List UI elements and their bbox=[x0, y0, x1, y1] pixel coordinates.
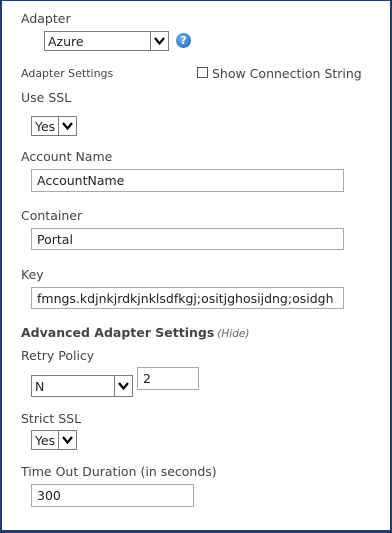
help-icon[interactable]: ? bbox=[176, 33, 191, 48]
hide-advanced-link[interactable]: (Hide) bbox=[217, 328, 249, 340]
adapter-select[interactable]: Azure bbox=[44, 31, 169, 51]
timeout-label: Time Out Duration (in seconds) bbox=[21, 464, 217, 479]
chevron-down-icon bbox=[58, 117, 76, 135]
adapter-label: Adapter bbox=[21, 11, 71, 26]
chevron-down-icon bbox=[58, 431, 76, 449]
use-ssl-select[interactable]: Yes bbox=[31, 116, 77, 136]
timeout-input[interactable]: 300 bbox=[31, 484, 194, 507]
advanced-settings-title: Advanced Adapter Settings bbox=[21, 325, 215, 340]
chevron-down-icon bbox=[150, 32, 168, 50]
adapter-select-value: Azure bbox=[48, 33, 84, 49]
show-connection-string-label: Show Connection String bbox=[212, 66, 362, 81]
container-label: Container bbox=[21, 208, 83, 223]
account-name-input[interactable]: AccountName bbox=[31, 169, 344, 192]
use-ssl-label: Use SSL bbox=[21, 90, 72, 105]
retry-policy-select-value: N bbox=[35, 378, 45, 394]
strict-ssl-select-value: Yes bbox=[35, 432, 56, 448]
show-connection-string-checkbox[interactable] bbox=[197, 67, 208, 78]
key-input[interactable]: fmngs.kdjnkjrdkjnklsdfkgj;ositjghosijdng… bbox=[31, 287, 344, 309]
advanced-settings-heading: Advanced Adapter Settings (Hide) bbox=[21, 325, 249, 340]
chevron-down-icon bbox=[114, 376, 132, 396]
container-input[interactable]: Portal bbox=[31, 228, 344, 250]
account-name-label: Account Name bbox=[21, 149, 113, 164]
adapter-settings-label: Adapter Settings bbox=[21, 67, 114, 80]
strict-ssl-label: Strict SSL bbox=[21, 411, 82, 426]
use-ssl-select-value: Yes bbox=[35, 118, 56, 134]
key-label: Key bbox=[21, 267, 44, 282]
retry-count-input[interactable]: 2 bbox=[137, 367, 199, 390]
retry-policy-label: Retry Policy bbox=[21, 348, 95, 363]
retry-policy-select[interactable]: N bbox=[31, 375, 133, 397]
strict-ssl-select[interactable]: Yes bbox=[31, 430, 77, 450]
